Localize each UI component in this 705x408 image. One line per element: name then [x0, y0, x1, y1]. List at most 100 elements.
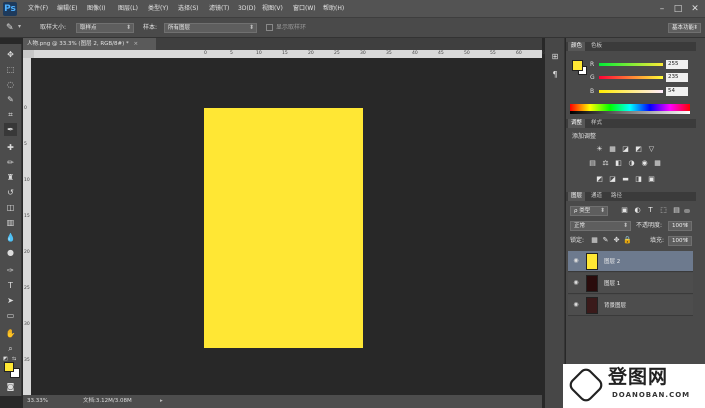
layer-row-2[interactable]: ◉ 图层 2: [568, 251, 693, 272]
layer-name[interactable]: 背景图层: [604, 302, 626, 310]
show-ring-checkbox[interactable]: [266, 24, 273, 31]
lock-transparent-icon[interactable]: ▦: [590, 236, 599, 245]
tab-paths[interactable]: 路径: [608, 192, 625, 201]
tab-swatches[interactable]: 色板: [588, 42, 605, 51]
dodge-tool-icon[interactable]: ●: [4, 246, 17, 259]
crop-tool-icon[interactable]: ⌗: [4, 108, 17, 121]
channel-mixer-adjust-icon[interactable]: ◉: [640, 159, 649, 168]
blur-tool-icon[interactable]: 💧: [4, 231, 17, 244]
menu-3d[interactable]: 3D(D): [238, 0, 256, 18]
channel-g-slider[interactable]: [599, 76, 663, 79]
tab-color[interactable]: 颜色: [568, 42, 586, 51]
clone-stamp-icon[interactable]: ♜: [4, 171, 17, 184]
restore-icon[interactable]: □: [673, 4, 683, 14]
channel-b-value[interactable]: 54: [666, 87, 688, 96]
visibility-eye-icon[interactable]: ◉: [572, 301, 580, 309]
history-brush-icon[interactable]: ↺: [4, 186, 17, 199]
channel-g-value[interactable]: 235: [666, 73, 688, 82]
menu-window[interactable]: 窗口(W): [293, 0, 316, 18]
tool-preset-chevron-icon[interactable]: ▾: [18, 23, 21, 30]
gradient-tool-icon[interactable]: ▥: [4, 216, 17, 229]
color-balance-adjust-icon[interactable]: ⚖: [601, 159, 610, 168]
tab-layers[interactable]: 图层: [568, 192, 586, 201]
workspace-dropdown[interactable]: 基本功能: [668, 23, 701, 33]
photo-filter-adjust-icon[interactable]: ◑: [627, 159, 636, 168]
tab-adjustments[interactable]: 调整: [568, 119, 586, 128]
properties-panel-icon[interactable]: ¶: [548, 68, 562, 82]
document-canvas[interactable]: [204, 108, 363, 348]
grayscale-bar[interactable]: [570, 111, 690, 114]
move-tool-icon[interactable]: ✥: [4, 48, 17, 61]
marquee-tool-icon[interactable]: ⬚: [4, 63, 17, 76]
document-tab[interactable]: 人物.png @ 33.3% (图层 2, RGB/8#) * ×: [23, 38, 156, 50]
filter-toggle[interactable]: [684, 209, 690, 213]
type-tool-icon[interactable]: T: [4, 279, 17, 292]
channel-r-value[interactable]: 255: [666, 60, 688, 69]
posterize-adjust-icon[interactable]: ◪: [608, 175, 617, 184]
visibility-eye-icon[interactable]: ◉: [572, 279, 580, 287]
channel-r-slider[interactable]: [599, 63, 663, 66]
zoom-tool-icon[interactable]: ⌕: [4, 342, 17, 355]
brightness-adjust-icon[interactable]: ☀: [595, 145, 604, 154]
menu-file[interactable]: 文件(F): [28, 0, 48, 18]
gradient-map-adjust-icon[interactable]: ◨: [634, 175, 643, 184]
hue-saturation-adjust-icon[interactable]: ▤: [588, 159, 597, 168]
visibility-eye-icon[interactable]: ◉: [572, 257, 580, 265]
menu-edit[interactable]: 编辑(E): [57, 0, 77, 18]
menu-image[interactable]: 图像(I): [87, 0, 105, 18]
curves-adjust-icon[interactable]: ◪: [621, 145, 630, 154]
color-lookup-adjust-icon[interactable]: ▦: [653, 159, 662, 168]
lock-position-icon[interactable]: ✥: [612, 236, 621, 245]
layer-filter-dropdown[interactable]: ρ 类型: [570, 206, 608, 216]
path-select-icon[interactable]: ➤: [4, 294, 17, 307]
menu-layer[interactable]: 图层(L): [118, 0, 138, 18]
shape-tool-icon[interactable]: ▭: [4, 309, 17, 322]
status-arrow-icon[interactable]: ▸: [160, 395, 163, 408]
tab-channels[interactable]: 通道: [588, 192, 605, 201]
filter-adjust-icon[interactable]: ◐: [633, 206, 642, 215]
menu-select[interactable]: 选择(S): [178, 0, 199, 18]
eyedropper-tool-icon[interactable]: ✎: [6, 22, 18, 34]
zoom-level[interactable]: 33.33%: [27, 395, 48, 408]
opacity-field[interactable]: 100%: [668, 221, 692, 231]
menu-filter[interactable]: 滤镜(T): [209, 0, 229, 18]
layer-name[interactable]: 图层 2: [604, 258, 620, 266]
vibrance-adjust-icon[interactable]: ▽: [647, 145, 656, 154]
invert-adjust-icon[interactable]: ◩: [595, 175, 604, 184]
black-white-adjust-icon[interactable]: ◧: [614, 159, 623, 168]
filter-shape-icon[interactable]: ⬚: [659, 206, 668, 215]
vertical-ruler[interactable]: 0 5 10 15 20 25 30 35: [23, 58, 31, 395]
tab-styles[interactable]: 样式: [588, 119, 605, 128]
quick-select-tool-icon[interactable]: ✎: [4, 93, 17, 106]
history-panel-icon[interactable]: ⊞: [548, 50, 562, 64]
horizontal-ruler[interactable]: 051015202530354045505560657075: [34, 50, 600, 58]
lasso-tool-icon[interactable]: ◌: [4, 78, 17, 91]
layer-row-background[interactable]: ◉ 背景图层: [568, 295, 693, 316]
blend-mode-dropdown[interactable]: 正常: [570, 221, 631, 231]
sample-size-dropdown[interactable]: 取样点: [76, 23, 134, 33]
filter-smart-icon[interactable]: ▤: [672, 206, 681, 215]
layer-name[interactable]: 图层 1: [604, 280, 620, 288]
ruler-origin[interactable]: [23, 50, 34, 58]
selective-color-adjust-icon[interactable]: ▣: [647, 175, 656, 184]
filter-pixel-icon[interactable]: ▣: [620, 206, 629, 215]
threshold-adjust-icon[interactable]: ▬: [621, 175, 630, 184]
quick-mask-icon[interactable]: ◙: [4, 380, 17, 393]
foreground-color-swatch[interactable]: [4, 362, 14, 372]
minimize-icon[interactable]: –: [657, 4, 667, 14]
eraser-tool-icon[interactable]: ◫: [4, 201, 17, 214]
lock-all-icon[interactable]: 🔒: [623, 236, 632, 245]
sample-dropdown[interactable]: 所有图层: [164, 23, 257, 33]
exposure-adjust-icon[interactable]: ◩: [634, 145, 643, 154]
hand-tool-icon[interactable]: ✋: [4, 327, 17, 340]
brush-tool-icon[interactable]: ✏: [4, 156, 17, 169]
fill-field[interactable]: 100%: [668, 236, 692, 246]
channel-b-slider[interactable]: [599, 90, 663, 93]
levels-adjust-icon[interactable]: ▦: [608, 145, 617, 154]
tab-close-icon[interactable]: ×: [134, 41, 139, 47]
document-info[interactable]: 文档:3.12M/3.08M: [83, 395, 132, 408]
pen-tool-icon[interactable]: ✑: [4, 264, 17, 277]
menu-help[interactable]: 帮助(H): [323, 0, 344, 18]
layer-row-1[interactable]: ◉ 图层 1: [568, 273, 693, 294]
healing-brush-icon[interactable]: ✚: [4, 141, 17, 154]
